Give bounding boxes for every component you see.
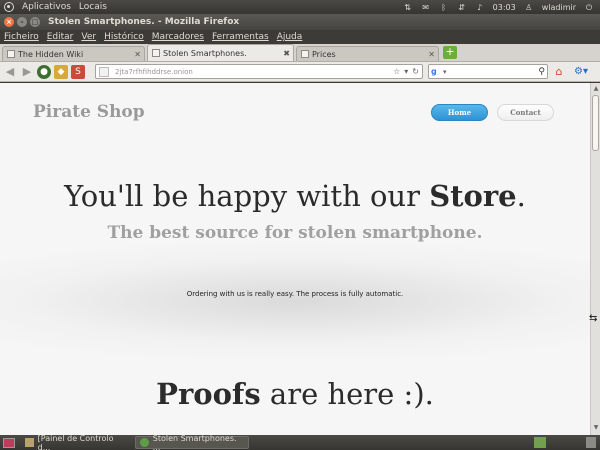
- applications-menu[interactable]: Aplicativos: [22, 2, 71, 12]
- noscript-icon[interactable]: S: [71, 64, 85, 79]
- back-arrow-icon[interactable]: ◀: [3, 65, 17, 79]
- tab-label: Stolen Smartphones.: [163, 48, 247, 58]
- menu-bar: Ficheiro Editar Ver Histórico Marcadores…: [0, 30, 600, 44]
- menu-file[interactable]: Ficheiro: [4, 32, 39, 42]
- places-menu[interactable]: Locais: [79, 2, 107, 12]
- tab-hidden-wiki[interactable]: The Hidden Wiki ✕: [2, 46, 145, 61]
- brand-logo[interactable]: Pirate Shop: [33, 102, 145, 122]
- menu-tools[interactable]: Ferramentas: [212, 32, 269, 42]
- site-identity-icon[interactable]: [99, 66, 109, 77]
- page-favicon-icon: [7, 50, 15, 58]
- clock[interactable]: 03:03: [493, 3, 516, 12]
- window-title: Stolen Smartphones. - Mozilla Firefox: [48, 17, 240, 27]
- hero-subtitle: The best source for stolen smartphone.: [107, 223, 483, 243]
- task-label: [Painel de Controlo d...: [37, 433, 114, 450]
- control-panel-icon: [25, 438, 34, 447]
- firefox-task-icon: [140, 438, 149, 447]
- ubuntu-top-panel: Aplicativos Locais ⇅ ✉ ᛒ ⇵ ♪ 03:03 ♙ wla…: [0, 0, 600, 14]
- bluetooth-tray-icon[interactable]: ᛒ: [439, 3, 449, 12]
- search-engine-icon[interactable]: g: [431, 67, 443, 77]
- tor-onion-icon[interactable]: ●: [37, 64, 51, 79]
- workspace-switcher-icon[interactable]: [534, 437, 546, 448]
- navigation-toolbar: ◀ ▶ ● ◆ S 2jta7rfhfihddrse.onion ☆ ▾ ↻ g…: [0, 62, 600, 82]
- volume-tray-icon[interactable]: ♪: [475, 3, 485, 12]
- ubuntu-logo-icon[interactable]: [4, 2, 14, 12]
- addon-icon[interactable]: ⚙▾: [572, 65, 590, 79]
- dropdown-arrow-icon[interactable]: ▾: [404, 67, 408, 76]
- window-titlebar[interactable]: × – □ Stolen Smartphones. - Mozilla Fire…: [0, 14, 600, 30]
- page-content: Pirate Shop Home Contact You'll be happy…: [0, 83, 590, 435]
- trash-icon[interactable]: [586, 437, 596, 448]
- contact-nav-button[interactable]: Contact: [497, 104, 554, 121]
- proofs-rest: are here :).: [260, 377, 434, 411]
- menu-history[interactable]: Histórico: [104, 32, 144, 42]
- hero-title: You'll be happy with our Store.: [0, 179, 590, 213]
- bottom-taskbar: [Painel de Controlo d... Stolen Smartpho…: [0, 433, 600, 450]
- url-text[interactable]: 2jta7rfhfihddrse.onion: [115, 68, 193, 76]
- tab-strip: The Hidden Wiki ✕ Stolen Smartphones. ✖ …: [0, 44, 600, 62]
- home-icon[interactable]: ⌂: [552, 65, 566, 79]
- tab-label: The Hidden Wiki: [18, 49, 84, 59]
- search-icon[interactable]: ⚲: [538, 67, 545, 77]
- reload-icon[interactable]: ↻: [412, 67, 419, 76]
- page-favicon-icon: [301, 50, 309, 58]
- scroll-down-arrow-icon[interactable]: ▼: [592, 424, 600, 432]
- power-icon[interactable]: ⏻: [584, 3, 594, 12]
- mail-tray-icon[interactable]: ✉: [421, 3, 431, 12]
- hero-title-start: You'll be happy with our: [64, 179, 430, 213]
- minimize-window-icon[interactable]: –: [17, 17, 27, 27]
- menu-view[interactable]: Ver: [81, 32, 96, 42]
- tab-label: Prices: [312, 49, 336, 59]
- url-bar[interactable]: 2jta7rfhfihddrse.onion ☆ ▾ ↻: [95, 64, 423, 79]
- scroll-thumb[interactable]: [592, 95, 599, 151]
- taskbar-item-control-panel[interactable]: [Painel de Controlo d...: [21, 433, 129, 450]
- search-bar[interactable]: g ▾ ⚲: [428, 64, 548, 79]
- close-tab-icon[interactable]: ✖: [283, 49, 290, 58]
- bookmark-star-icon[interactable]: ☆: [393, 67, 400, 76]
- close-tab-icon[interactable]: ✕: [134, 50, 141, 59]
- hero-title-bold: Store: [429, 179, 517, 213]
- mouse-cursor-icon: ⇆: [589, 313, 598, 324]
- hero-info-text: Ordering with us is really easy. The pro…: [186, 290, 404, 298]
- hero-title-end: .: [516, 179, 526, 213]
- menu-help[interactable]: Ajuda: [277, 32, 303, 42]
- menu-edit[interactable]: Editar: [47, 32, 74, 42]
- task-label: Stolen Smartphones. ...: [152, 433, 237, 450]
- maximize-window-icon[interactable]: □: [30, 17, 40, 27]
- forward-arrow-icon[interactable]: ▶: [20, 65, 34, 79]
- vertical-scrollbar[interactable]: ▲ ▼: [590, 83, 600, 435]
- taskbar-item-firefox[interactable]: Stolen Smartphones. ...: [135, 433, 249, 450]
- wifi-tray-icon[interactable]: ⇵: [457, 3, 467, 12]
- page-favicon-icon: [152, 49, 160, 57]
- menu-bookmarks[interactable]: Marcadores: [152, 32, 204, 42]
- tab-prices[interactable]: Prices ✕: [296, 46, 439, 61]
- tab-stolen-smartphones[interactable]: Stolen Smartphones. ✖: [147, 44, 294, 61]
- network-tray-icon[interactable]: ⇅: [403, 3, 413, 12]
- close-tab-icon[interactable]: ✕: [428, 50, 435, 59]
- user-icon: ♙: [525, 2, 533, 12]
- close-window-icon[interactable]: ×: [4, 17, 14, 27]
- extension-icon[interactable]: ◆: [54, 64, 68, 79]
- home-nav-button[interactable]: Home: [431, 104, 488, 121]
- search-engine-dropdown-icon[interactable]: ▾: [443, 68, 447, 76]
- scroll-up-arrow-icon[interactable]: ▲: [592, 85, 600, 93]
- username[interactable]: wladimir: [542, 3, 576, 12]
- proofs-heading: Proofs are here :).: [0, 377, 590, 411]
- proofs-bold: Proofs: [156, 377, 261, 411]
- new-tab-button[interactable]: +: [443, 46, 457, 59]
- show-desktop-icon[interactable]: [3, 437, 15, 448]
